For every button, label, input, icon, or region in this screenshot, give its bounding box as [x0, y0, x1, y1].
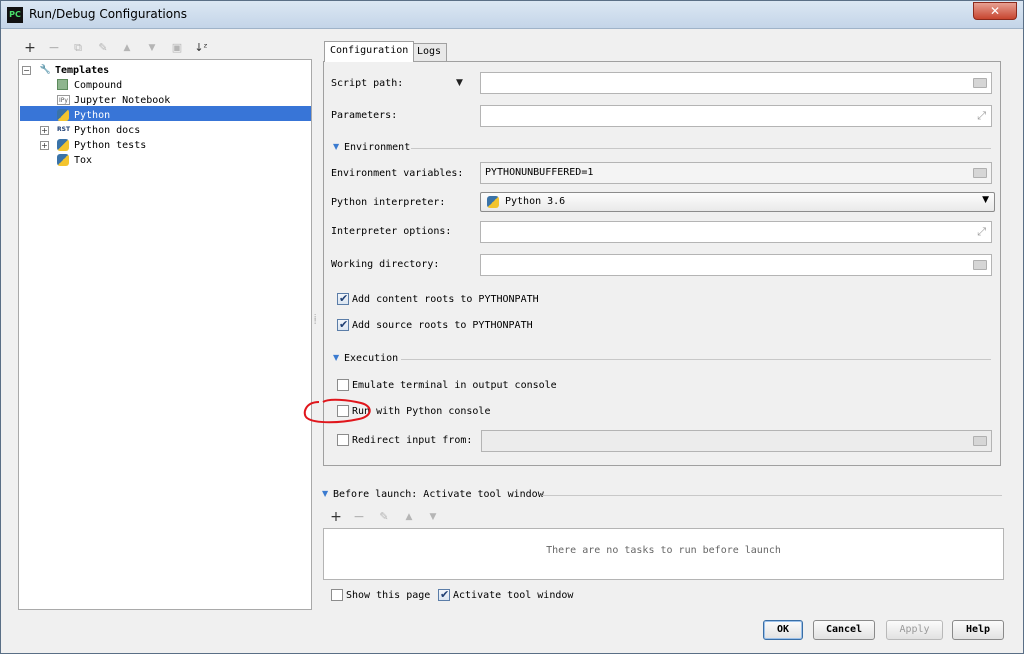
collapse-icon[interactable]: − — [22, 66, 31, 75]
checkmark-icon: ✔ — [339, 292, 349, 305]
add-content-roots-label[interactable]: Add content roots to PYTHONPATH — [352, 294, 539, 305]
tree-node-tox[interactable]: Tox — [53, 153, 303, 168]
section-divider — [401, 359, 991, 360]
expand-field-icon[interactable]: ⤢ — [977, 225, 986, 239]
ok-button[interactable]: OK — [763, 620, 803, 640]
rst-icon: RST — [57, 126, 71, 133]
plus-icon[interactable]: + — [22, 40, 38, 56]
plus-icon[interactable]: + — [328, 509, 344, 525]
emulate-terminal-checkbox[interactable] — [337, 379, 349, 391]
wrench-icon: 🔧 — [39, 65, 52, 75]
before-launch-section-header[interactable]: ▼ Before launch: Activate tool window — [322, 489, 1002, 501]
arrow-up-icon[interactable]: ▲ — [119, 40, 135, 56]
environment-section-header[interactable]: ▼ Environment — [333, 142, 993, 154]
interpreter-label: Python interpreter: — [331, 197, 446, 208]
tree-node-label: Compound — [74, 80, 123, 91]
before-launch-task-list[interactable]: There are no tasks to run before launch — [323, 528, 1004, 580]
tree-node-label: Tox — [74, 155, 93, 166]
browse-folder-icon[interactable] — [973, 78, 987, 88]
tree-node-jupyter[interactable]: IPy Jupyter Notebook — [53, 93, 303, 108]
title-bar: PC Run/Debug Configurations ✕ — [1, 1, 1023, 29]
show-this-page-checkbox[interactable] — [331, 589, 343, 601]
dialog-window: PC Run/Debug Configurations ✕ + − ⧉ ✎ ▲ … — [0, 0, 1024, 654]
section-divider — [542, 495, 1002, 496]
tree-node-python-tests[interactable]: + Python tests — [40, 138, 300, 153]
checkmark-icon: ✔ — [339, 318, 349, 331]
section-collapse-icon: ▼ — [322, 489, 329, 498]
tab-configuration[interactable]: Configuration — [324, 41, 415, 62]
sort-icon[interactable]: ↓ᶻ — [193, 40, 209, 56]
emulate-terminal-label[interactable]: Emulate terminal in output console — [352, 380, 557, 391]
show-this-page-label[interactable]: Show this page — [346, 590, 430, 601]
python-tests-icon — [57, 139, 69, 151]
activate-tool-window-label[interactable]: Activate tool window — [453, 590, 573, 601]
working-dir-input[interactable] — [480, 254, 992, 276]
python-icon — [487, 196, 499, 208]
script-path-input[interactable] — [480, 72, 992, 94]
arrow-up-icon[interactable]: ▲ — [401, 509, 417, 525]
red-annotation-circle — [303, 398, 371, 424]
tree-node-label: Jupyter Notebook — [74, 95, 171, 106]
tree-node-label: Python tests — [74, 140, 147, 151]
expand-icon[interactable]: + — [40, 126, 49, 135]
interp-options-label: Interpreter options: — [331, 226, 452, 237]
jupyter-icon: IPy — [57, 95, 70, 105]
expand-field-icon[interactable]: ⤢ — [977, 109, 986, 123]
add-source-roots-label[interactable]: Add source roots to PYTHONPATH — [352, 320, 533, 331]
expand-icon[interactable]: + — [40, 141, 49, 150]
arrow-down-icon[interactable]: ▼ — [144, 40, 160, 56]
splitter-handle[interactable]: ⁞ ⁞ — [314, 314, 318, 330]
pencil-icon[interactable]: ✎ — [376, 509, 392, 525]
tox-icon — [57, 154, 69, 166]
minus-icon[interactable]: − — [351, 509, 367, 525]
add-source-roots-checkbox[interactable]: ✔ — [337, 318, 349, 331]
section-collapse-icon: ▼ — [333, 142, 340, 151]
section-divider — [411, 148, 991, 149]
close-window-button[interactable]: ✕ — [973, 2, 1017, 20]
section-collapse-icon: ▼ — [333, 353, 340, 362]
script-path-label: Script path: — [331, 78, 404, 89]
python-icon — [57, 109, 69, 121]
help-button[interactable]: Help — [952, 620, 1004, 640]
execution-section-header[interactable]: ▼ Execution — [333, 353, 993, 365]
tree-node-python-docs[interactable]: + RST Python docs — [40, 123, 300, 138]
activate-tool-window-checkbox[interactable]: ✔ — [438, 588, 450, 601]
parameters-input[interactable]: ⤢ — [480, 105, 992, 127]
env-vars-label: Environment variables: — [331, 168, 464, 179]
tree-node-label: Python docs — [74, 125, 141, 136]
folder-icon[interactable]: ▣ — [169, 40, 185, 56]
tree-node-templates[interactable]: − 🔧 Templates — [22, 63, 302, 78]
add-content-roots-checkbox[interactable]: ✔ — [337, 292, 349, 305]
redirect-input-field[interactable] — [481, 430, 992, 452]
minus-icon[interactable]: − — [46, 40, 62, 56]
window-title: Run/Debug Configurations — [29, 7, 187, 21]
interpreter-select[interactable]: Python 3.6 ▼ — [480, 192, 995, 212]
script-path-mode-dropdown-icon[interactable]: ▼ — [456, 78, 463, 88]
tree-node-python[interactable]: Python — [53, 108, 303, 123]
redirect-input-checkbox[interactable] — [337, 434, 349, 446]
tree-node-compound[interactable]: Compound — [53, 78, 303, 93]
compound-icon — [57, 79, 68, 90]
browse-env-icon[interactable] — [973, 168, 987, 178]
arrow-down-icon[interactable]: ▼ — [425, 509, 441, 525]
browse-folder-icon[interactable] — [973, 260, 987, 270]
browse-folder-icon[interactable] — [973, 436, 987, 446]
redirect-input-label[interactable]: Redirect input from: — [352, 435, 472, 446]
tree-node-label: Templates — [55, 65, 110, 76]
tab-logs[interactable]: Logs — [411, 43, 448, 61]
parameters-label: Parameters: — [331, 110, 398, 121]
chevron-down-icon: ▼ — [982, 195, 989, 205]
env-vars-field[interactable]: PYTHONUNBUFFERED=1 — [480, 162, 992, 184]
pycharm-app-icon: PC — [7, 7, 23, 23]
wrench-icon[interactable]: ✎ — [95, 40, 111, 56]
checkmark-icon: ✔ — [440, 588, 450, 601]
copy-icon[interactable]: ⧉ — [70, 40, 86, 56]
tree-node-label: Python — [74, 110, 111, 121]
empty-tasks-text: There are no tasks to run before launch — [546, 545, 781, 556]
working-dir-label: Working directory: — [331, 259, 440, 270]
cancel-button[interactable]: Cancel — [813, 620, 875, 640]
configuration-tree[interactable]: − 🔧 Templates Compound IPy Jupyter Noteb… — [18, 59, 312, 610]
apply-button[interactable]: Apply — [886, 620, 943, 640]
interp-options-input[interactable]: ⤢ — [480, 221, 992, 243]
